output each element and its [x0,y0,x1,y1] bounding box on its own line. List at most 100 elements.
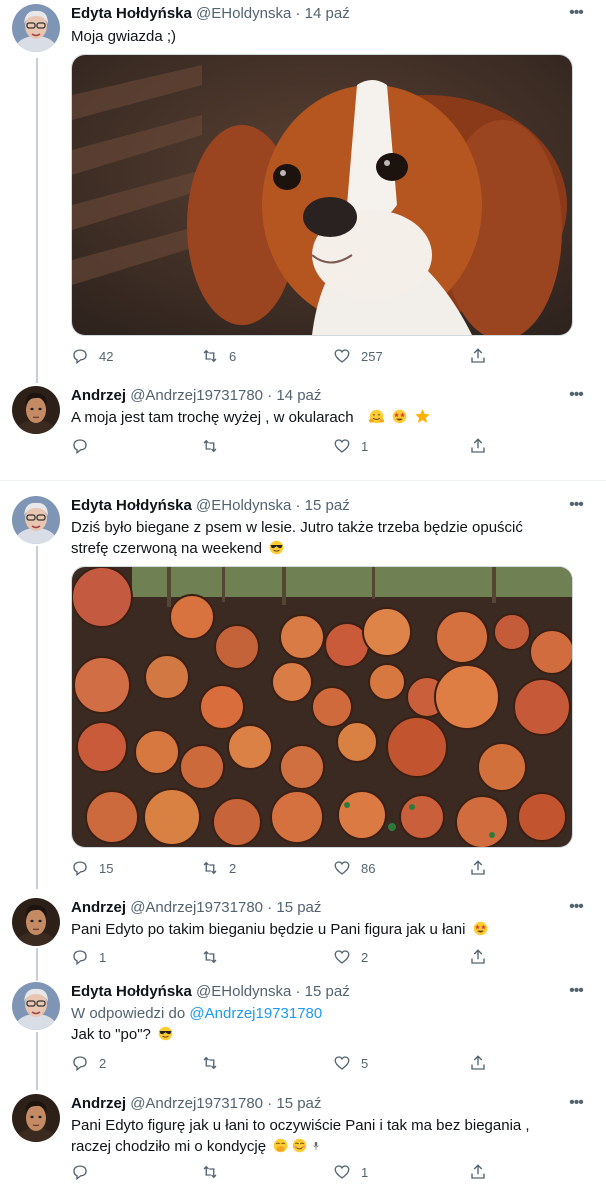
like-button[interactable]: 86 [333,858,375,878]
tweet-text: Jak to "po"? [71,1024,576,1045]
author-name[interactable]: Edyta Hołdyńska [71,983,192,1000]
avatar[interactable] [12,898,60,946]
reply-icon [73,349,87,365]
tweet-date[interactable]: 15 paź [276,1095,321,1112]
tweet[interactable]: Edyta Hołdyńska @EHoldynska · 14 paź •••… [0,0,606,380]
tweet-text: Moja gwiazda ;) [71,28,177,45]
like-count: 2 [361,949,369,965]
author-handle[interactable]: @Andrzej19731780 [130,387,263,404]
more-options-icon[interactable]: ••• [566,387,586,408]
tweet-date[interactable]: 15 paź [276,899,321,916]
author-handle[interactable]: @Andrzej19731780 [130,1095,263,1112]
reply-button[interactable]: 15 [71,858,113,878]
heart-icon [334,439,350,453]
author-handle[interactable]: @Andrzej19731780 [130,899,263,916]
retweet-button[interactable]: 2 [201,858,236,878]
retweet-button[interactable] [201,947,229,967]
like-count: 5 [361,1055,369,1071]
avatar[interactable] [12,1094,60,1142]
share-button[interactable] [469,858,487,878]
tweet-date[interactable]: 15 paź [305,983,350,1000]
divider [0,480,606,481]
share-button[interactable] [469,1053,487,1073]
tweet-header: Andrzej @Andrzej19731780 · 15 paź [71,1094,321,1114]
logs-photo[interactable] [71,566,573,848]
tweet[interactable]: Andrzej @Andrzej19731780 · 15 paź ••• Pa… [0,896,606,972]
more-options-icon[interactable]: ••• [566,983,586,1004]
reply-count: 15 [99,860,114,876]
more-options-icon[interactable]: ••• [566,1095,586,1116]
share-button[interactable] [469,1162,487,1182]
dog-photo[interactable] [71,54,573,336]
avatar[interactable] [12,386,60,434]
reply-button[interactable] [71,436,99,456]
star-struck-emoji [473,921,487,936]
retweet-button[interactable] [201,436,229,456]
heart-icon [334,861,350,875]
reply-button[interactable]: 2 [71,1053,106,1073]
heart-icon [334,950,350,964]
share-button[interactable] [469,346,487,366]
author-handle[interactable]: @EHoldynska [196,5,291,22]
avatar[interactable] [12,496,60,544]
like-count: 1 [361,1164,369,1180]
retweet-icon [203,1165,217,1179]
retweet-button[interactable] [201,1053,229,1073]
hugging-face-emoji [368,409,385,424]
reply-button[interactable]: 42 [71,346,113,366]
like-button[interactable]: 5 [333,1053,368,1073]
like-button[interactable]: 1 [333,1162,368,1182]
avatar[interactable] [12,4,60,52]
author-handle[interactable]: @EHoldynska [196,497,291,514]
reply-count: 2 [99,1055,107,1071]
retweet-button[interactable] [201,1162,229,1182]
tweet[interactable]: Edyta Hołdyńska @EHoldynska · 15 paź •••… [0,494,606,884]
separator-dot: · [267,899,273,916]
smiling-face-emoji [292,1138,307,1153]
tweet-text-content: A moja jest tam trochę wyżej , w okulara… [71,409,354,426]
reply-icon [73,439,87,455]
more-options-icon[interactable]: ••• [566,899,586,920]
tweet-text-content: Jak to "po"? [71,1026,151,1043]
sunglasses-face-emoji [269,540,284,555]
retweet-icon [203,861,217,875]
reply-mention-link[interactable]: @Andrzej19731780 [189,1005,322,1022]
retweet-icon [203,1056,217,1070]
author-name[interactable]: Edyta Hołdyńska [71,5,192,22]
tweet-text: Pani Edyto po takim bieganiu będzie u Pa… [71,919,576,940]
author-name[interactable]: Edyta Hołdyńska [71,497,192,514]
tweet-date[interactable]: 14 paź [276,387,321,404]
tweet-header: Edyta Hołdyńska @EHoldynska · 15 paź [71,496,350,516]
more-options-icon[interactable]: ••• [566,5,586,26]
tweet-actions: 15 2 86 [71,858,491,878]
retweet-button[interactable]: 6 [201,346,236,366]
separator-dot: · [267,387,273,404]
reply-button[interactable]: 1 [71,947,106,967]
share-button[interactable] [469,436,487,456]
tweet-text-content: Dziś było biegane z psem w lesie. Jutro … [71,519,523,557]
tweet[interactable]: Andrzej @Andrzej19731780 · 15 paź ••• Pa… [0,1092,606,1192]
tweet-text-content: Pani Edyto po takim bieganiu będzie u Pa… [71,921,466,938]
like-button[interactable]: 2 [333,947,368,967]
tweet-header: Andrzej @Andrzej19731780 · 14 paź [71,386,321,406]
share-icon [471,348,485,363]
share-icon [471,1055,485,1070]
hand-over-mouth-emoji [273,1138,288,1153]
like-button[interactable]: 1 [333,436,368,456]
tweet[interactable]: Edyta Hołdyńska @EHoldynska · 15 paź •••… [0,980,606,1080]
more-options-icon[interactable]: ••• [566,497,586,518]
tweet-date[interactable]: 15 paź [305,497,350,514]
tweet-date[interactable]: 14 paź [305,5,350,22]
share-button[interactable] [469,947,487,967]
author-name[interactable]: Andrzej [71,387,126,404]
author-name[interactable]: Andrzej [71,1095,126,1112]
like-button[interactable]: 257 [333,346,383,366]
star-struck-emoji [393,409,407,424]
tweet-actions: 1 2 [71,947,491,967]
reply-button[interactable] [71,1162,99,1182]
author-name[interactable]: Andrzej [71,899,126,916]
author-handle[interactable]: @EHoldynska [196,983,291,1000]
tweet[interactable]: Andrzej @Andrzej19731780 · 14 paź ••• A … [0,380,606,472]
avatar[interactable] [12,982,60,1030]
tweet-actions: 1 [71,1162,491,1182]
